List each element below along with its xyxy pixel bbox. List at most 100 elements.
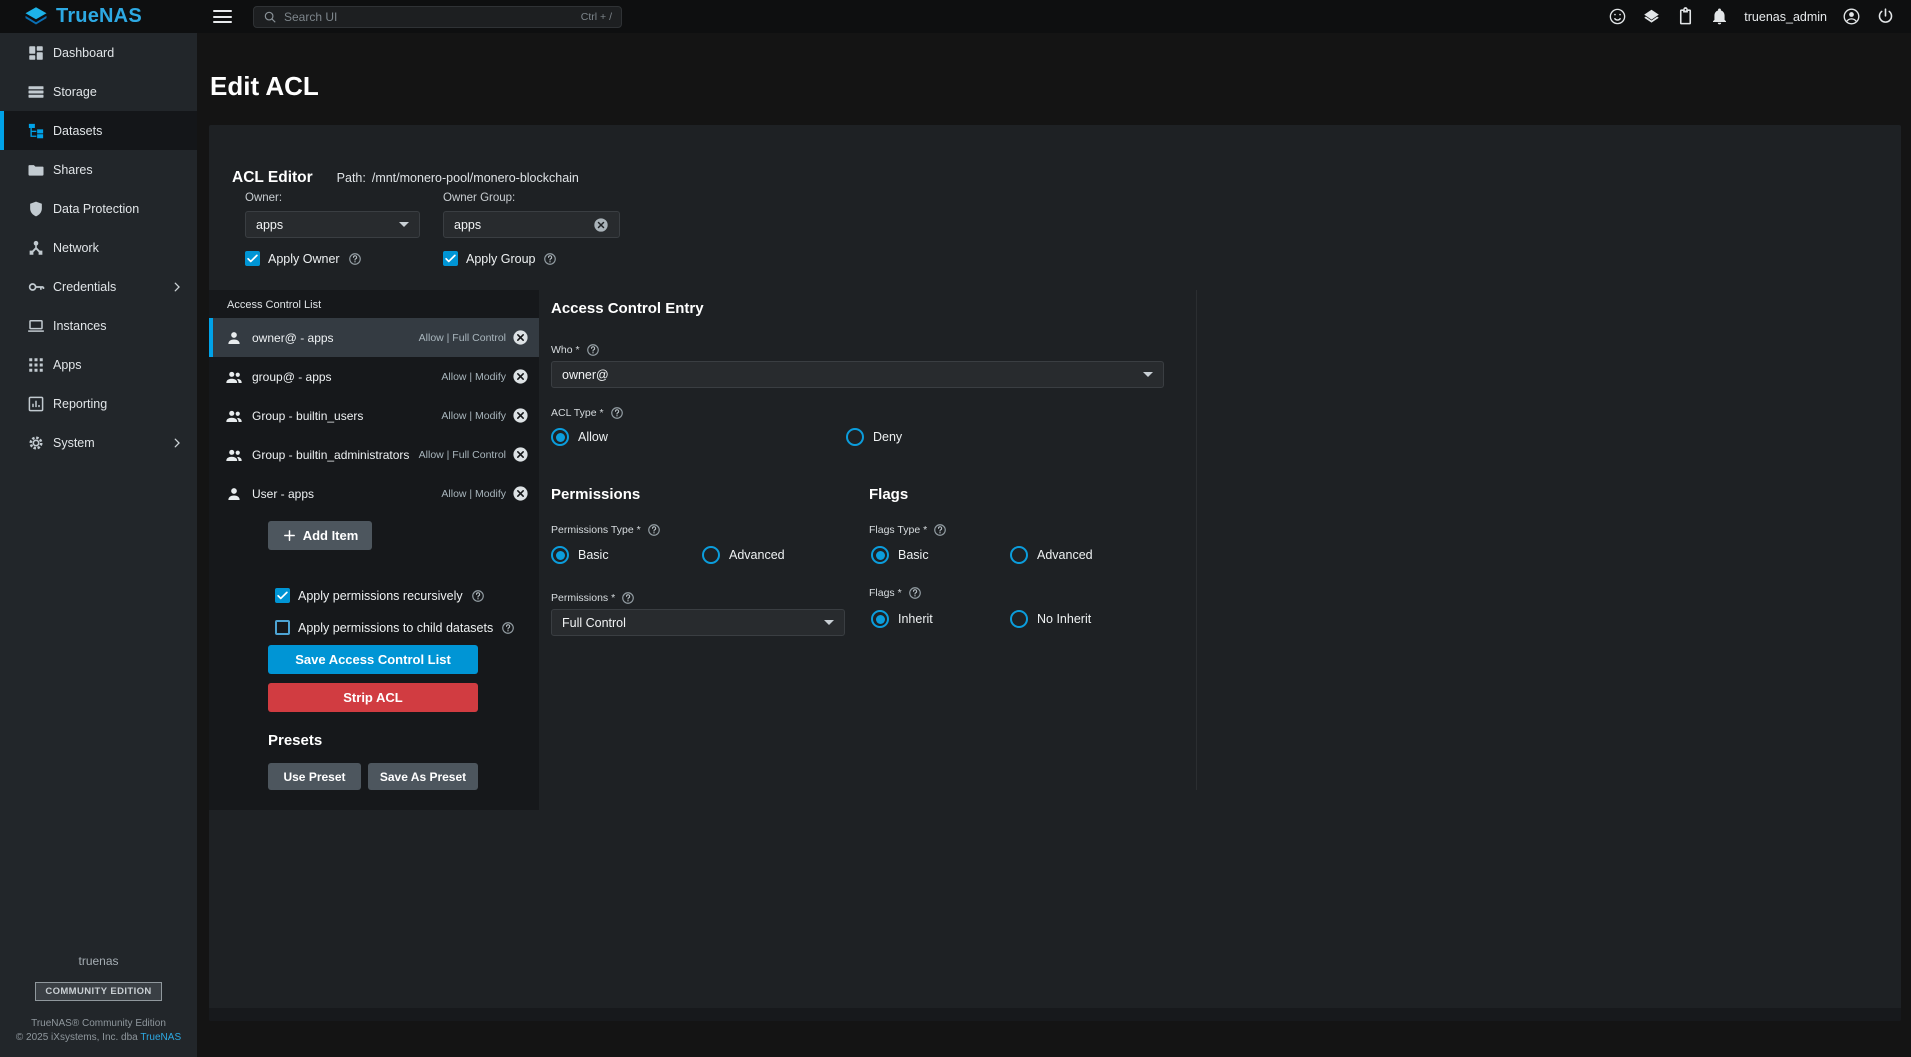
acl-entry-name: Group - builtin_users <box>252 409 363 423</box>
account-button[interactable] <box>1842 7 1861 26</box>
acl-entry-row[interactable]: Group - builtin_users Allow | Modify <box>209 396 539 435</box>
clear-input-icon[interactable] <box>593 217 609 233</box>
acl-entry-row[interactable]: User - apps Allow | Modify <box>209 474 539 513</box>
checkbox-checked-icon <box>245 251 260 266</box>
chevron-right-icon <box>170 280 184 294</box>
sidebar-item-network[interactable]: Network <box>0 228 197 267</box>
help-icon[interactable] <box>501 621 515 635</box>
acl-entry-row[interactable]: group@ - apps Allow | Modify <box>209 357 539 396</box>
add-item-label: Add Item <box>303 528 359 543</box>
sidebar-item-dashboard[interactable]: Dashboard <box>0 33 197 72</box>
child-datasets-label: Apply permissions to child datasets <box>298 621 493 635</box>
flags-section-title: Flags <box>869 486 908 503</box>
help-icon[interactable] <box>610 406 624 420</box>
help-icon[interactable] <box>543 252 557 266</box>
owner-group-label: Owner Group: <box>443 192 515 204</box>
radio-unselected-icon <box>1010 610 1028 628</box>
edition-badge: COMMUNITY EDITION <box>35 982 161 1001</box>
permissions-select[interactable]: Full Control <box>551 609 845 636</box>
gear-icon <box>27 434 45 452</box>
card-footer <box>209 1008 1901 1021</box>
acl-list-title: Access Control List <box>209 290 539 318</box>
help-icon[interactable] <box>586 343 600 357</box>
jobs-clipboard-button[interactable] <box>1676 7 1695 26</box>
chevron-down-icon <box>824 620 834 625</box>
sidebar-item-label: Data Protection <box>53 202 139 216</box>
sidebar-item-data-protection[interactable]: Data Protection <box>0 189 197 228</box>
child-datasets-checkbox[interactable]: Apply permissions to child datasets <box>275 620 539 635</box>
save-acl-button[interactable]: Save Access Control List <box>268 645 478 674</box>
remove-entry-button[interactable] <box>512 407 529 424</box>
help-icon[interactable] <box>348 252 362 266</box>
remove-entry-button[interactable] <box>512 368 529 385</box>
help-icon[interactable] <box>471 589 485 603</box>
flags-type-basic-radio[interactable]: Basic <box>871 546 929 564</box>
instances-laptop-icon <box>27 317 45 335</box>
search-shortcut: Ctrl + / <box>581 11 612 23</box>
permissions-type-advanced-radio[interactable]: Advanced <box>702 546 785 564</box>
flags-inherit-radio[interactable]: Inherit <box>871 610 933 628</box>
recursive-label: Apply permissions recursively <box>298 589 463 603</box>
apply-owner-checkbox[interactable]: Apply Owner <box>245 251 362 266</box>
brand-logo[interactable]: TrueNAS <box>0 5 197 29</box>
remove-entry-button[interactable] <box>512 329 529 346</box>
remove-entry-button[interactable] <box>512 485 529 502</box>
acl-editor-header: ACL Editor Path: /mnt/monero-pool/monero… <box>232 169 579 187</box>
help-icon[interactable] <box>621 591 635 605</box>
group-icon <box>225 368 243 386</box>
feedback-button[interactable] <box>1608 7 1627 26</box>
help-icon[interactable] <box>647 523 661 537</box>
owner-select-value: apps <box>256 218 283 232</box>
recursive-checkbox[interactable]: Apply permissions recursively <box>275 588 539 603</box>
acl-type-allow-radio[interactable]: Allow <box>551 428 608 446</box>
menu-button[interactable] <box>213 10 232 23</box>
acl-entry-row[interactable]: owner@ - apps Allow | Full Control <box>209 318 539 357</box>
permissions-type-basic-radio[interactable]: Basic <box>551 546 609 564</box>
layers-button[interactable] <box>1642 7 1661 26</box>
add-item-button[interactable]: Add Item <box>268 521 372 550</box>
help-icon[interactable] <box>908 586 922 600</box>
owner-select[interactable]: apps <box>245 211 420 238</box>
radio-label: No Inherit <box>1037 612 1091 626</box>
apps-grid-icon <box>27 356 45 374</box>
save-as-preset-button[interactable]: Save As Preset <box>368 763 478 790</box>
notifications-button[interactable] <box>1710 7 1729 26</box>
group-icon <box>225 446 243 464</box>
sidebar-item-reporting[interactable]: Reporting <box>0 384 197 423</box>
radio-selected-icon <box>551 428 569 446</box>
power-button[interactable] <box>1876 7 1895 26</box>
shield-icon <box>27 200 45 218</box>
acl-type-label-text: ACL Type * <box>551 407 604 419</box>
sidebar-item-apps[interactable]: Apps <box>0 345 197 384</box>
help-icon[interactable] <box>933 523 947 537</box>
permissions-type-label-text: Permissions Type * <box>551 524 641 536</box>
use-preset-button[interactable]: Use Preset <box>268 763 361 790</box>
sidebar-item-storage[interactable]: Storage <box>0 72 197 111</box>
path-label: Path: <box>337 171 366 185</box>
acl-entry-row[interactable]: Group - builtin_administrators Allow | F… <box>209 435 539 474</box>
flags-type-advanced-radio[interactable]: Advanced <box>1010 546 1093 564</box>
strip-acl-button[interactable]: Strip ACL <box>268 683 478 712</box>
sidebar-item-datasets[interactable]: Datasets <box>0 111 197 150</box>
sidebar-item-system[interactable]: System <box>0 423 197 462</box>
sidebar-item-shares[interactable]: Shares <box>0 150 197 189</box>
owner-group-input[interactable]: apps <box>443 211 620 238</box>
remove-entry-button[interactable] <box>512 446 529 463</box>
sidebar-item-credentials[interactable]: Credentials <box>0 267 197 306</box>
search-box[interactable]: Ctrl + / <box>253 6 622 28</box>
copyright-brand-link[interactable]: TrueNAS <box>140 1032 181 1043</box>
who-select[interactable]: owner@ <box>551 361 1164 388</box>
acl-entry-permission: Allow | Modify <box>441 488 512 500</box>
sidebar: Dashboard Storage Datasets Shares Data P… <box>0 33 197 1057</box>
flags-type-label-text: Flags Type * <box>869 524 927 536</box>
search-input[interactable] <box>284 10 574 24</box>
sidebar-item-instances[interactable]: Instances <box>0 306 197 345</box>
acl-editor-title: ACL Editor <box>232 169 313 187</box>
shares-folder-icon <box>27 161 45 179</box>
hostname: truenas <box>0 954 197 968</box>
flags-no-inherit-radio[interactable]: No Inherit <box>1010 610 1091 628</box>
apply-group-checkbox[interactable]: Apply Group <box>443 251 557 266</box>
radio-label: Advanced <box>1037 548 1093 562</box>
acl-type-deny-radio[interactable]: Deny <box>846 428 902 446</box>
search-icon <box>263 10 277 24</box>
